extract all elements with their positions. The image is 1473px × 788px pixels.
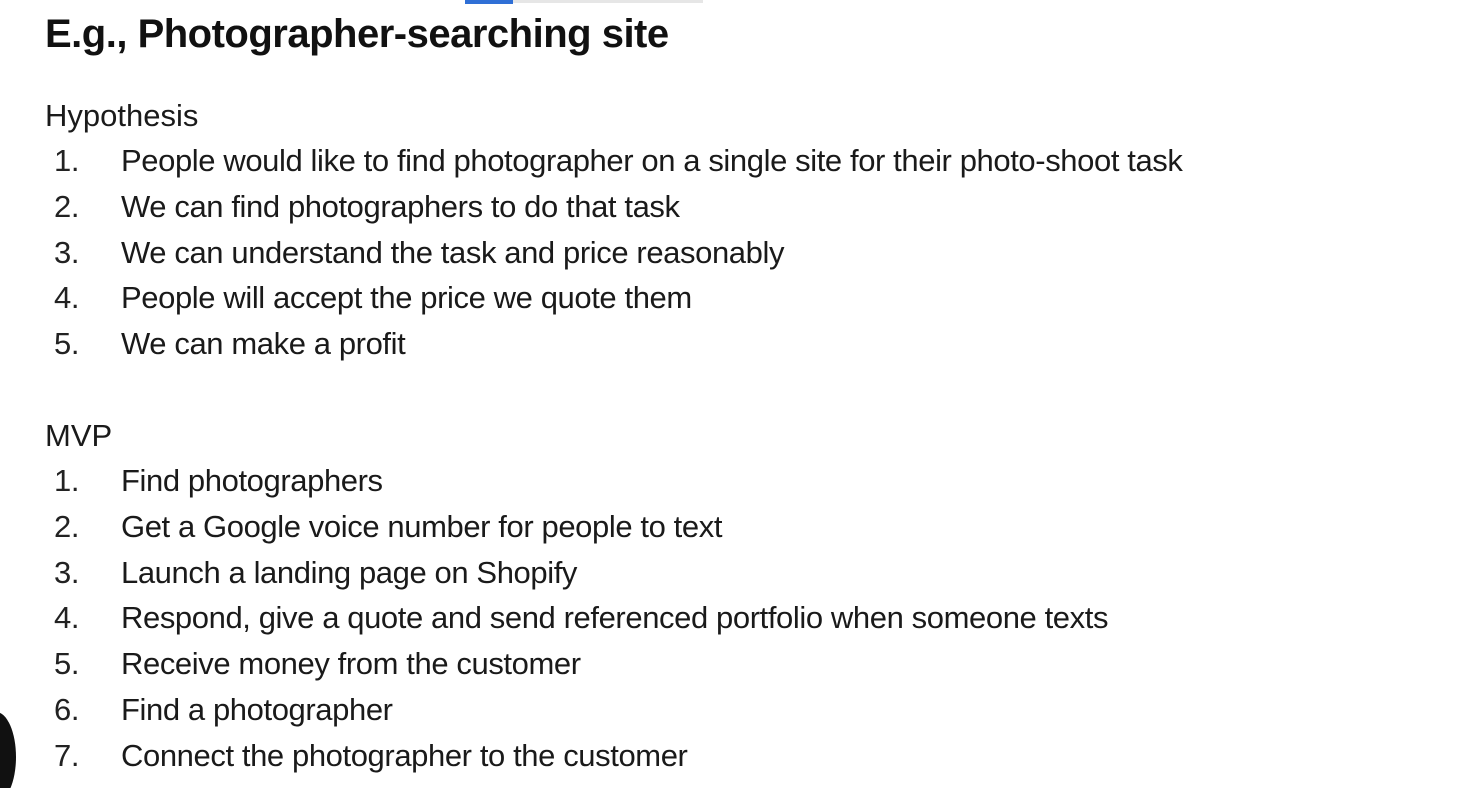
list-number: 1. xyxy=(54,143,80,178)
list-text: We can understand the task and price rea… xyxy=(121,234,785,270)
list-item: 7. Connect the photographer to the custom… xyxy=(45,733,688,779)
mvp-heading: MVP xyxy=(45,418,113,453)
list-number: 2. xyxy=(54,188,80,224)
list-text: Find photographers xyxy=(121,463,383,498)
top-accent-bar xyxy=(465,0,513,4)
list-number: 1. xyxy=(54,463,80,498)
list-number: 7. xyxy=(54,737,80,773)
presenter-silhouette xyxy=(0,712,16,788)
list-item: 1. Find photographers xyxy=(45,458,383,504)
hypothesis-list: 1. People would like to find photographer… xyxy=(45,138,1183,367)
list-text: Connect the photographer to the customer xyxy=(121,737,688,773)
mvp-section: MVP 1. Find photographers 2. Get a Google … xyxy=(45,414,1108,779)
list-item: 3. Launch a landing page on Shopify xyxy=(45,550,577,596)
list-text: People would like to find photographer o… xyxy=(121,143,1183,178)
list-item: 4. People will accept the price we quote … xyxy=(45,275,692,321)
list-number: 4. xyxy=(54,280,80,316)
top-divider-bar xyxy=(513,0,703,3)
list-item: 5. We can make a profit xyxy=(45,321,406,367)
list-number: 5. xyxy=(54,326,80,362)
slide-title: E.g., Photographer-searching site xyxy=(45,12,669,56)
list-text: Find a photographer xyxy=(121,691,393,727)
mvp-list: 1. Find photographers 2. Get a Google voic… xyxy=(45,458,1108,779)
list-item: 3. We can understand the task and price r… xyxy=(45,230,784,276)
list-item: 2. We can find photographers to do that t… xyxy=(45,184,680,230)
list-number: 2. xyxy=(54,508,80,544)
list-text: People will accept the price we quote th… xyxy=(121,280,692,316)
list-text: Launch a landing page on Shopify xyxy=(121,554,578,590)
list-text: Respond, give a quote and send reference… xyxy=(121,600,1109,636)
hypothesis-heading: Hypothesis xyxy=(45,98,199,133)
list-item: 4. Respond, give a quote and send referen… xyxy=(45,595,1108,641)
list-number: 3. xyxy=(54,234,80,270)
list-number: 3. xyxy=(54,554,80,590)
list-item: 2. Get a Google voice number for people t… xyxy=(45,504,722,550)
list-text: Get a Google voice number for people to … xyxy=(121,508,723,544)
list-number: 4. xyxy=(54,600,80,636)
list-number: 5. xyxy=(54,646,80,682)
list-number: 6. xyxy=(54,691,80,727)
list-text: We can find photographers to do that tas… xyxy=(121,188,680,224)
list-text: Receive money from the customer xyxy=(121,646,581,682)
hypothesis-section: Hypothesis 1. People would like to find p… xyxy=(45,94,1183,367)
list-item: 5. Receive money from the customer xyxy=(45,641,581,687)
list-item: 1. People would like to find photographer… xyxy=(45,138,1183,184)
list-text: We can make a profit xyxy=(121,326,406,362)
list-item: 6. Find a photographer xyxy=(45,687,393,733)
